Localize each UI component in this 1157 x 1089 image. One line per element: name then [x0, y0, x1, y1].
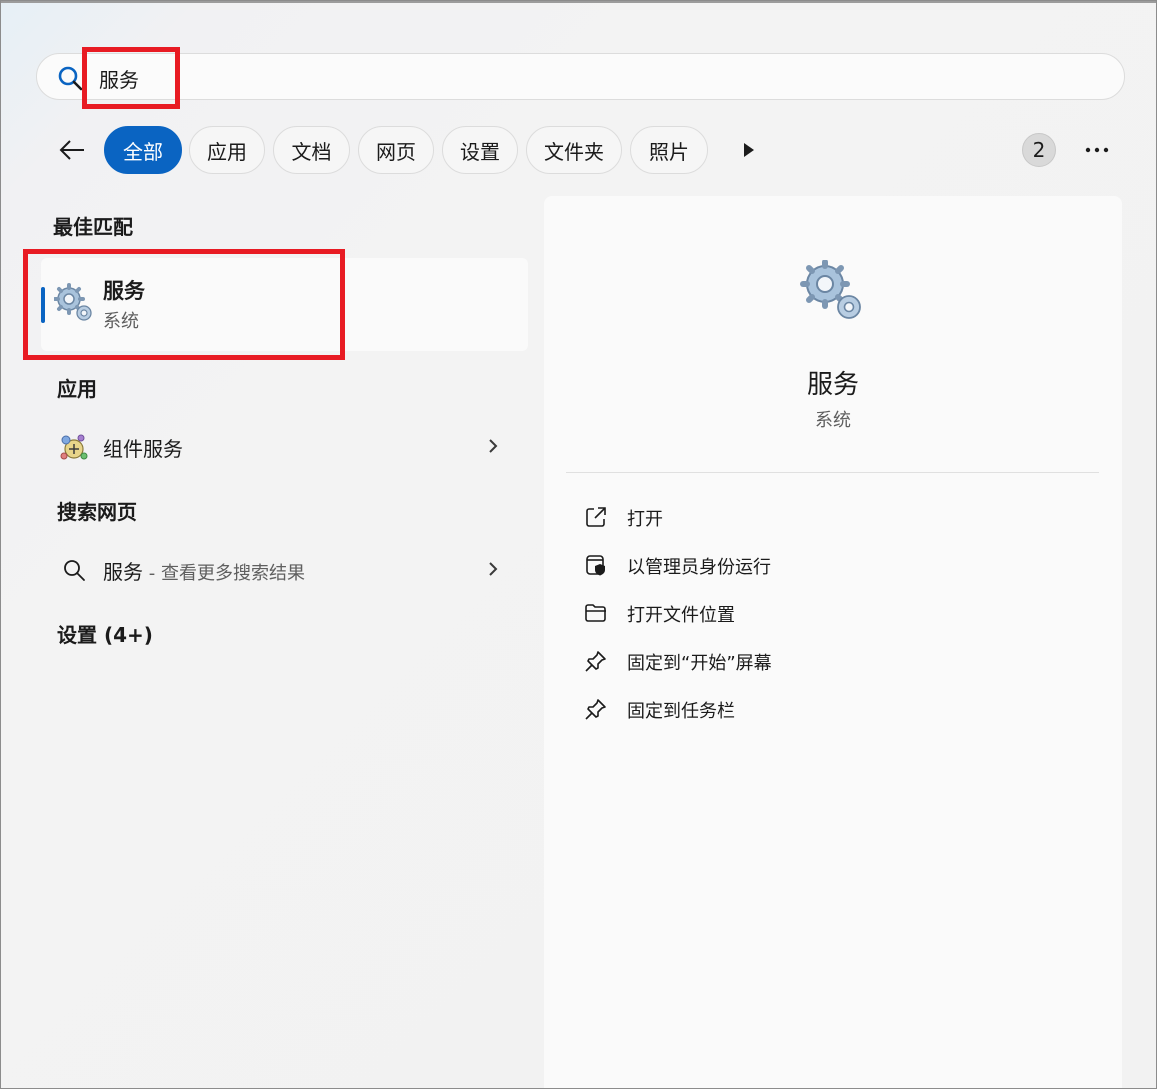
- tab-folders[interactable]: 文件夹: [526, 126, 622, 174]
- tab-settings[interactable]: 设置: [442, 126, 518, 174]
- best-match-result[interactable]: 服务 系统: [41, 258, 528, 351]
- pin-icon: [585, 699, 606, 720]
- app-result-label: 组件服务: [103, 437, 183, 461]
- action-label: 固定到任务栏: [627, 701, 735, 722]
- detail-divider: [566, 472, 1099, 473]
- web-search-suffix: - 查看更多搜索结果: [143, 563, 305, 584]
- tab-photos[interactable]: 照片: [630, 126, 708, 174]
- action-label: 固定到“开始”屏幕: [627, 653, 772, 674]
- gears-icon: [800, 260, 861, 319]
- rewards-badge[interactable]: 2: [1022, 133, 1056, 167]
- web-search-query: 服务: [103, 560, 143, 584]
- action-pin-to-start[interactable]: 固定到“开始”屏幕: [574, 641, 1074, 681]
- gears-icon: [54, 283, 92, 321]
- detail-title: 服务: [806, 370, 859, 400]
- tab-apps[interactable]: 应用: [189, 126, 265, 174]
- shield-icon: [586, 555, 605, 576]
- tab-documents[interactable]: 文档: [273, 126, 350, 174]
- window-top-border: [1, 1, 1156, 3]
- play-arrow-icon: [744, 143, 754, 157]
- component-services-icon: [59, 432, 89, 462]
- pin-icon: [585, 651, 606, 672]
- action-pin-to-taskbar[interactable]: 固定到任务栏: [574, 689, 1074, 729]
- settings-heading[interactable]: 设置 (4+): [57, 619, 153, 648]
- search-icon: [59, 555, 89, 585]
- more-options-button[interactable]: [1079, 133, 1115, 167]
- best-match-heading: 最佳匹配: [53, 215, 133, 239]
- web-search-label: 服务 - 查看更多搜索结果: [103, 556, 305, 585]
- apps-heading: 应用: [57, 377, 97, 401]
- best-match-title: 服务: [103, 279, 145, 303]
- chevron-right-icon[interactable]: [485, 559, 501, 579]
- action-label: 以管理员身份运行: [627, 557, 771, 578]
- web-search-heading: 搜索网页: [57, 500, 137, 524]
- search-icon: [58, 66, 83, 91]
- action-label: 打开: [627, 509, 663, 530]
- folder-icon: [585, 604, 606, 622]
- detail-subtitle: 系统: [815, 410, 851, 431]
- search-window: 全部 应用 文档 网页 设置 文件夹 照片 2 最佳匹配: [0, 0, 1157, 1089]
- open-external-icon: [586, 507, 606, 527]
- chevron-right-icon[interactable]: [485, 436, 501, 456]
- detail-pane: 服务 系统 打开 以管理员身份运行 打开文件位置 固定到“开始”屏幕 固定到任务…: [544, 196, 1122, 1088]
- more-tabs-button[interactable]: [738, 139, 760, 161]
- back-button[interactable]: [53, 131, 91, 169]
- action-label: 打开文件位置: [627, 605, 735, 626]
- best-match-subtitle: 系统: [103, 311, 139, 332]
- action-run-as-admin[interactable]: 以管理员身份运行: [574, 545, 1074, 585]
- back-arrow-icon: [59, 140, 84, 160]
- app-result-component-services[interactable]: 组件服务: [41, 420, 528, 472]
- search-input[interactable]: [99, 63, 699, 93]
- tab-all[interactable]: 全部: [104, 126, 182, 174]
- web-search-result[interactable]: 服务 - 查看更多搜索结果: [41, 543, 528, 595]
- action-open[interactable]: 打开: [574, 497, 1074, 537]
- tab-web[interactable]: 网页: [358, 126, 434, 174]
- selection-indicator: [41, 287, 45, 323]
- action-open-file-location[interactable]: 打开文件位置: [574, 593, 1074, 633]
- ellipsis-icon: [1085, 147, 1109, 153]
- search-box[interactable]: [36, 53, 1125, 100]
